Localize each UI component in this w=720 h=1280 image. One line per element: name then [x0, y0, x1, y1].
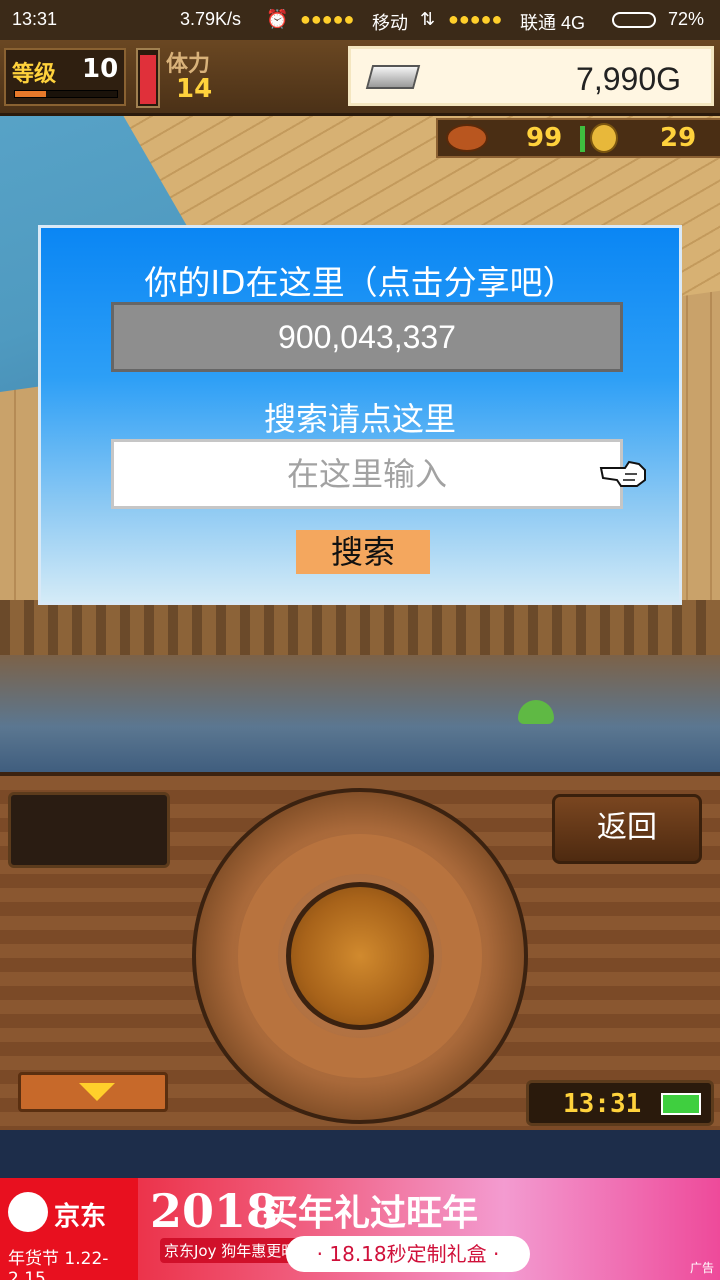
level-progress-bar [14, 90, 118, 98]
search-button[interactable]: 搜索 [296, 530, 430, 574]
level-progress-fill [15, 91, 46, 97]
ad-joy: 京东Joy 狗年惠更旺 [160, 1238, 301, 1263]
dialog-title[interactable]: 你的ID在这里（点击分享吧） [41, 256, 679, 304]
ad-brand-block[interactable]: 京东 年货节 1.22-2.15 [0, 1178, 138, 1280]
battery-icon [661, 1093, 701, 1115]
gold-value: 7,990G [576, 61, 681, 97]
carrier-1: 移动 [372, 13, 408, 33]
battery-status-icon [612, 12, 656, 28]
network-speed: 3.79K/s [180, 9, 242, 29]
control-panel: 返回 13:31 [0, 772, 720, 1130]
ship-railing [0, 600, 720, 660]
ship-hull [0, 655, 720, 772]
clock-display: 13:31 [526, 1080, 714, 1126]
search-label: 搜索请点这里 [263, 400, 456, 438]
signal-icon-2: ●●●●● [448, 9, 503, 29]
silver-ingot-icon [365, 65, 421, 89]
pointing-hand-icon [599, 460, 646, 487]
friend-search-dialog: 你的ID在这里（点击分享吧） 900,043,337 搜索请点这里 搜索 [38, 225, 682, 605]
data-arrows-icon: ⇅ [420, 9, 436, 29]
ad-brand: 京东 [54, 1202, 107, 1232]
alarm-icon: ⏰ [266, 9, 289, 29]
jd-dog-logo-icon [8, 1192, 48, 1232]
ad-pill: · 18.18秒定制礼盒 · [286, 1236, 530, 1272]
ad-year: 2018 [150, 1184, 279, 1238]
ad-dates: 年货节 1.22-2.15 [8, 1249, 109, 1280]
signal-icon: ●●●●● [300, 9, 355, 29]
food-gauge [580, 126, 585, 152]
coin-icon [590, 123, 618, 153]
dpad-center-button[interactable] [286, 882, 434, 1030]
directional-pad[interactable] [192, 788, 528, 1124]
search-input[interactable] [111, 439, 623, 509]
ad-mark: 广告 [689, 1261, 714, 1275]
hud-bar: 等级 10 体力 14 7,990G [0, 40, 720, 116]
level-box: 等级 10 [4, 48, 126, 106]
down-arrow-icon [79, 1083, 115, 1101]
battery-percent: 72% [668, 9, 705, 29]
ad-slogan: 买年礼过旺年 [262, 1192, 479, 1234]
food-value: 99 [526, 123, 563, 153]
stamina-fill [140, 54, 156, 104]
stamina-gauge [136, 48, 160, 108]
carrier-2: 联通 4G [520, 13, 586, 33]
level-value: 10 [82, 54, 119, 84]
gold-display: 7,990G [348, 46, 714, 106]
status-time: 13:31 [12, 9, 58, 29]
info-screen [8, 792, 170, 868]
menu-down-button[interactable] [18, 1072, 168, 1112]
resource-bar: 99 29 [436, 118, 720, 158]
player-id-field[interactable]: 900,043,337 [111, 302, 623, 372]
clock-text: 13:31 [563, 1089, 642, 1119]
back-button[interactable]: 返回 [552, 794, 702, 864]
ad-banner[interactable]: 京东 年货节 1.22-2.15 2018 京东Joy 狗年惠更旺 买年礼过旺年… [0, 1178, 720, 1280]
coin-value: 29 [660, 123, 697, 153]
status-bar: 13:31 3.79K/s ⏰ ●●●●● 移动 ⇅ ●●●●● 联通 4G 7… [0, 0, 720, 40]
food-icon [446, 124, 488, 152]
stamina-value: 14 [176, 74, 213, 104]
level-label: 等级 [12, 62, 57, 87]
